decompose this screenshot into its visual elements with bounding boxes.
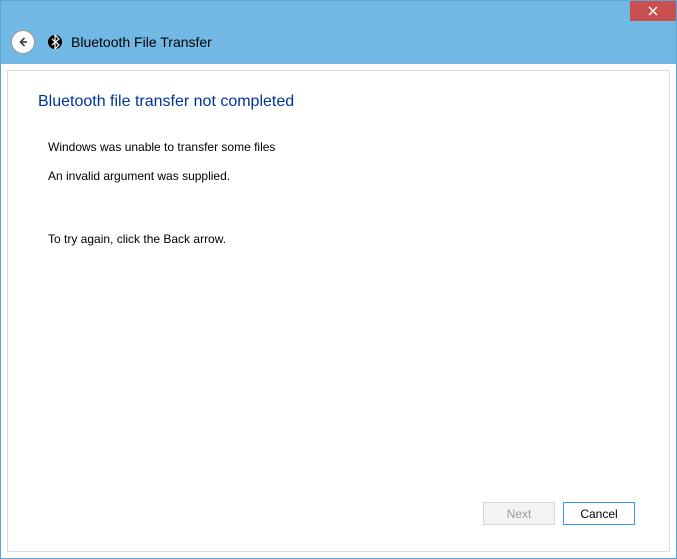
close-button[interactable] — [630, 1, 676, 21]
content-panel: Bluetooth file transfer not completed Wi… — [7, 70, 670, 552]
message-error: An invalid argument was supplied. — [48, 168, 639, 185]
page-heading: Bluetooth file transfer not completed — [38, 93, 639, 111]
back-button[interactable] — [11, 30, 35, 54]
button-row: Next Cancel — [38, 496, 639, 529]
bluetooth-icon — [47, 34, 63, 50]
dialog-window: Bluetooth File Transfer Bluetooth file t… — [0, 0, 677, 559]
next-button: Next — [483, 502, 555, 525]
cancel-button[interactable]: Cancel — [563, 502, 635, 525]
close-icon — [648, 6, 658, 16]
content-wrap: Bluetooth file transfer not completed Wi… — [1, 64, 676, 558]
back-arrow-icon — [16, 35, 30, 49]
titlebar: Bluetooth File Transfer — [1, 1, 676, 64]
message-primary: Windows was unable to transfer some file… — [48, 139, 639, 156]
message-hint: To try again, click the Back arrow. — [48, 231, 639, 248]
window-title: Bluetooth File Transfer — [71, 34, 212, 50]
